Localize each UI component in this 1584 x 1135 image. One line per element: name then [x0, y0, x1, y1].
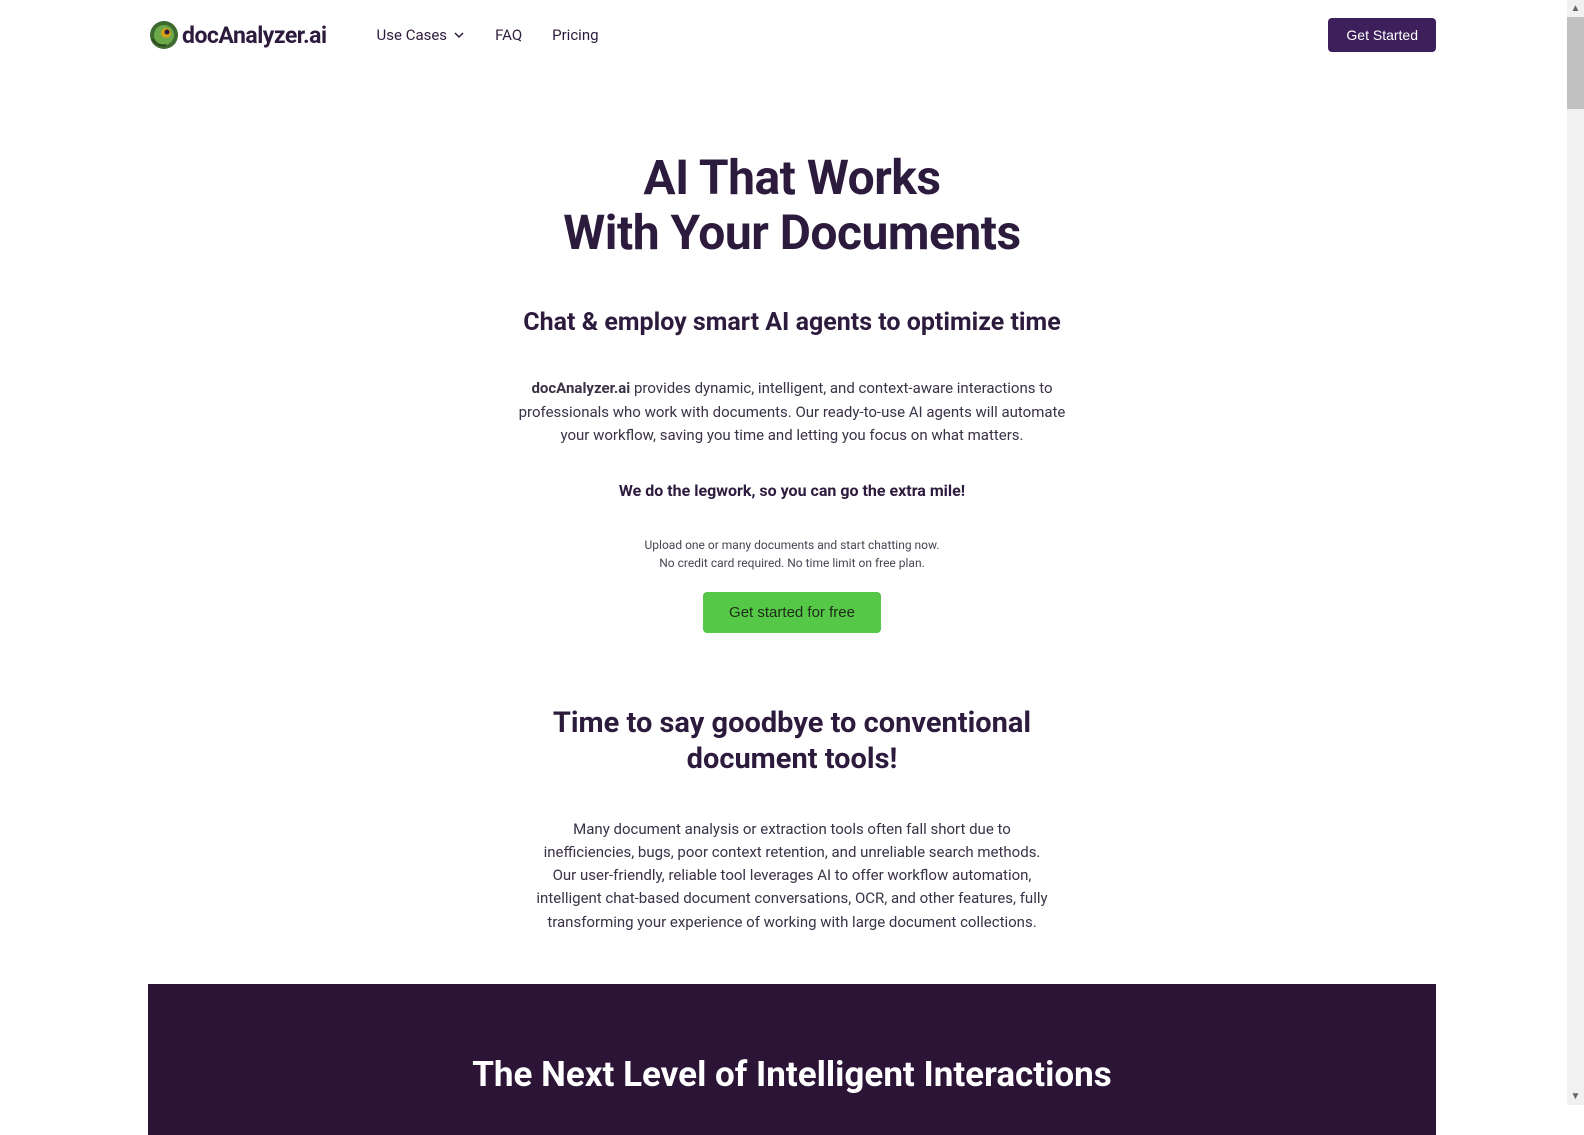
- hero-tagline: We do the legwork, so you can go the ext…: [417, 481, 1167, 500]
- dark-section: The Next Level of Intelligent Interactio…: [148, 984, 1436, 1135]
- scrollbar-thumb[interactable]: [1567, 17, 1584, 109]
- scrollbar-down-icon[interactable]: ▼: [1567, 1088, 1584, 1105]
- header: docAnalyzer.ai Use Cases FAQ Pricing Get…: [148, 0, 1436, 60]
- hero-description: docAnalyzer.ai provides dynamic, intelli…: [507, 377, 1077, 447]
- hero-fineprint-line2: No credit card required. No time limit o…: [659, 556, 925, 570]
- hero-desc-brand: docAnalyzer.ai: [531, 379, 630, 397]
- logo-text: docAnalyzer.ai: [182, 22, 327, 49]
- hero-title: AI That Works With Your Documents: [417, 150, 1167, 260]
- scrollbar-up-icon[interactable]: ▲: [1567, 0, 1584, 17]
- hero-subtitle: Chat & employ smart AI agents to optimiz…: [417, 308, 1167, 337]
- hero-fineprint-line1: Upload one or many documents and start c…: [645, 538, 940, 552]
- main-nav: Use Cases FAQ Pricing: [377, 26, 599, 44]
- nav-pricing-label: Pricing: [552, 26, 598, 44]
- nav-pricing[interactable]: Pricing: [552, 26, 598, 44]
- get-started-button[interactable]: Get Started: [1328, 18, 1436, 52]
- chevron-down-icon: [453, 29, 465, 41]
- get-started-free-button[interactable]: Get started for free: [703, 592, 881, 633]
- logo[interactable]: docAnalyzer.ai: [148, 19, 327, 51]
- page-container: docAnalyzer.ai Use Cases FAQ Pricing Get…: [148, 0, 1436, 934]
- dark-section-title: The Next Level of Intelligent Interactio…: [148, 1054, 1436, 1095]
- hero-title-line1: AI That Works: [643, 149, 940, 206]
- scrollbar[interactable]: ▲ ▼: [1567, 0, 1584, 1105]
- logo-icon: [148, 19, 180, 51]
- nav-faq-label: FAQ: [495, 26, 522, 44]
- goodbye-description: Many document analysis or extraction too…: [532, 818, 1052, 934]
- goodbye-title: Time to say goodbye to conventional docu…: [492, 705, 1092, 778]
- hero-section: AI That Works With Your Documents Chat &…: [417, 60, 1167, 633]
- nav-use-cases-label: Use Cases: [377, 26, 448, 44]
- hero-title-line2: With Your Documents: [563, 204, 1020, 261]
- goodbye-section: Time to say goodbye to conventional docu…: [492, 633, 1092, 934]
- nav-faq[interactable]: FAQ: [495, 26, 522, 44]
- nav-use-cases[interactable]: Use Cases: [377, 26, 466, 44]
- hero-fineprint: Upload one or many documents and start c…: [417, 536, 1167, 572]
